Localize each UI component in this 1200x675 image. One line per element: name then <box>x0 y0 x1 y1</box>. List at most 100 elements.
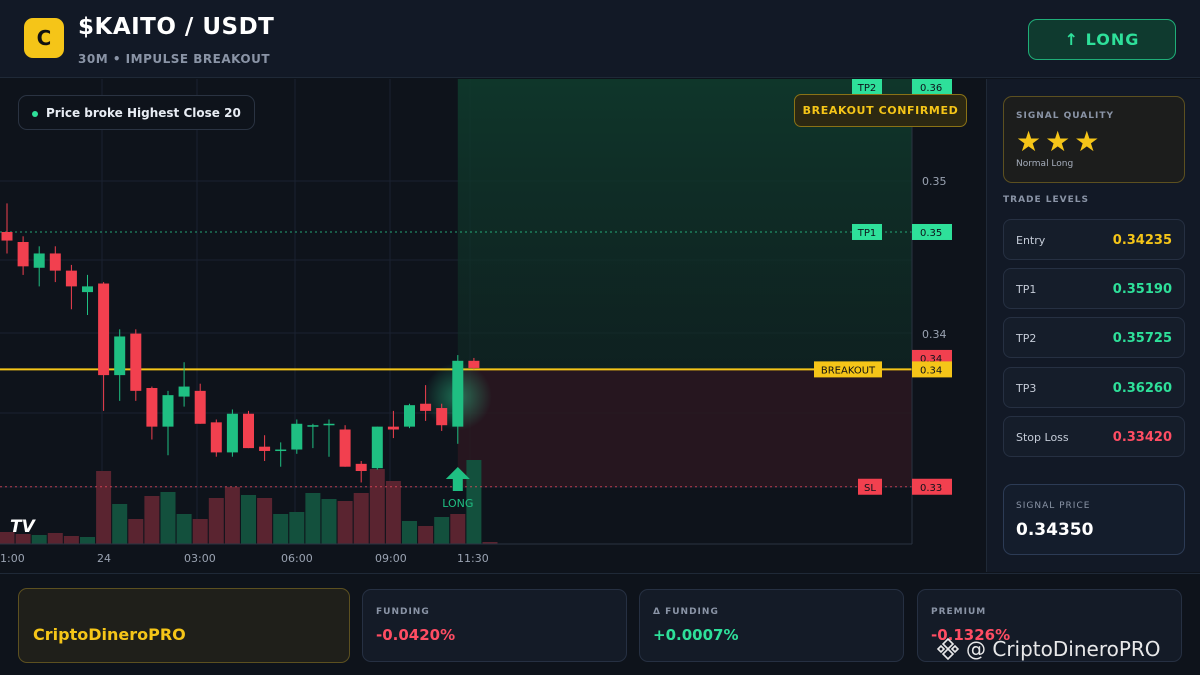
volume-bar <box>321 499 337 544</box>
volume-bar <box>450 514 466 544</box>
quality-text: Normal Long <box>1016 159 1074 169</box>
signal-price-value: 0.34350 <box>1016 520 1094 540</box>
candle-body <box>130 333 142 391</box>
x-tick-label: 03:00 <box>184 552 216 565</box>
volume-bar <box>112 504 128 544</box>
candle-body <box>226 413 238 453</box>
sl-tag-value: 0.33 <box>920 483 942 494</box>
volume-bar <box>353 493 369 544</box>
volume-bar <box>144 496 160 544</box>
brand-name: CriptoDineroPRO <box>33 625 186 644</box>
candle-body <box>275 449 287 452</box>
candle-body <box>1 231 13 241</box>
volume-bar <box>208 498 224 544</box>
volume-bar <box>241 495 256 544</box>
signal-quality-card: SIGNAL QUALITY ★★★ Normal Long <box>1003 96 1185 183</box>
volume-bar <box>224 487 240 544</box>
candle-body <box>82 286 93 293</box>
volume-bar <box>160 492 176 544</box>
y-tick-label: 0.35 <box>922 175 947 188</box>
candle-body <box>17 242 29 267</box>
breakout-info-badge: Price broke Highest Close 20 <box>18 95 255 130</box>
candle-body <box>194 390 206 424</box>
volume-bar <box>176 514 192 544</box>
timeframe-subtitle: 30M • IMPULSE BREAKOUT <box>78 52 271 66</box>
signal-sidebar: SIGNAL QUALITY ★★★ Normal Long TRADE LEV… <box>986 79 1200 572</box>
candle-body <box>468 360 480 368</box>
candle-body <box>323 423 335 426</box>
coin-logo: C <box>24 18 64 58</box>
tp2-tag-label: TP2 <box>857 83 877 94</box>
level-name: TP3 <box>1016 382 1037 395</box>
brand-card: CriptoDineroPRO <box>18 588 350 663</box>
candle-body <box>33 253 45 268</box>
candle-body <box>114 336 126 376</box>
volume-bar <box>434 517 450 544</box>
candle-body <box>371 426 383 469</box>
premium-label: PREMIUM <box>931 607 987 617</box>
volume-bar <box>192 519 208 544</box>
loss-zone <box>457 369 912 487</box>
status-dot-icon <box>32 111 38 117</box>
level-value: 0.34235 <box>1112 233 1172 248</box>
x-tick-label: 09:00 <box>375 552 407 565</box>
signal-price-card: SIGNAL PRICE 0.34350 <box>1003 484 1185 555</box>
tp2-tag-value: 0.36 <box>920 83 942 94</box>
level-name: Stop Loss <box>1016 431 1069 444</box>
candle-body <box>307 425 319 427</box>
volume-bar <box>289 512 305 544</box>
volume-bar <box>80 537 95 544</box>
watermark: @ CriptoDineroPRO <box>936 637 1161 661</box>
x-tick-label: 1:00 <box>0 552 25 565</box>
level-value: 0.36260 <box>1112 381 1172 396</box>
candle-body <box>146 387 158 427</box>
volume-bar <box>402 521 417 544</box>
breakout-tag-value: 0.34 <box>920 365 942 376</box>
candle-body <box>259 446 271 451</box>
level-entry: Entry 0.34235 <box>1003 219 1185 260</box>
funding-card: FUNDING -0.0420% <box>362 589 627 662</box>
breakout-confirmed-badge: BREAKOUT CONFIRMED <box>794 94 967 127</box>
candle-body <box>98 283 110 376</box>
level-value: 0.35725 <box>1112 331 1172 346</box>
candle-body <box>339 429 351 467</box>
sl-tag-label: SL <box>864 483 876 494</box>
signal-quality-label: SIGNAL QUALITY <box>1016 111 1114 121</box>
volume-bar <box>257 498 273 544</box>
signal-price-label: SIGNAL PRICE <box>1016 501 1091 511</box>
level-tp3: TP3 0.36260 <box>1003 367 1185 408</box>
level-value: 0.35190 <box>1112 282 1172 297</box>
candle-body <box>65 270 77 287</box>
footer: CriptoDineroPRO FUNDING -0.0420% Δ FUNDI… <box>0 573 1200 675</box>
candle-body <box>291 423 303 450</box>
tradingview-logo-icon: TV <box>10 517 37 537</box>
funding-label: FUNDING <box>376 607 430 617</box>
volume-bar <box>63 536 79 544</box>
volume-bar <box>96 471 112 544</box>
level-stop-loss: Stop Loss 0.33420 <box>1003 416 1185 457</box>
breakout-tag-label: BREAKOUT <box>821 365 876 376</box>
pair-title: $KAITO / USDT <box>78 14 275 40</box>
level-name: TP2 <box>1016 332 1037 345</box>
y-tick-label: 0.34 <box>922 328 947 341</box>
long-button[interactable]: ↑ LONG <box>1028 19 1176 60</box>
volume-bar <box>418 526 434 544</box>
level-name: Entry <box>1016 234 1046 247</box>
level-tp1: TP1 0.35190 <box>1003 268 1185 309</box>
price-chart[interactable]: LONG 0.35 0.34 0.33 1:00 24 03:00 06:00 09:00 11:… <box>0 79 985 572</box>
volume-bar <box>47 533 63 544</box>
candle-body <box>243 413 254 449</box>
trade-levels-label: TRADE LEVELS <box>1003 195 1089 205</box>
header: C $KAITO / USDT 30M • IMPULSE BREAKOUT ↑… <box>0 0 1200 78</box>
candle-body <box>162 395 174 427</box>
binance-diamond-icon <box>936 637 960 661</box>
candle-body <box>355 463 367 472</box>
x-tick-label: 11:30 <box>457 552 489 565</box>
chart-area[interactable]: LONG 0.35 0.34 0.33 1:00 24 03:00 06:00 09:00 11:… <box>0 79 985 572</box>
volume-bar <box>128 519 144 544</box>
candle-body <box>420 403 432 411</box>
delta-funding-card: Δ FUNDING +0.0007% <box>639 589 904 662</box>
tp1-tag-label: TP1 <box>857 228 877 239</box>
delta-funding-label: Δ FUNDING <box>653 607 719 617</box>
volume-bar <box>385 481 401 544</box>
